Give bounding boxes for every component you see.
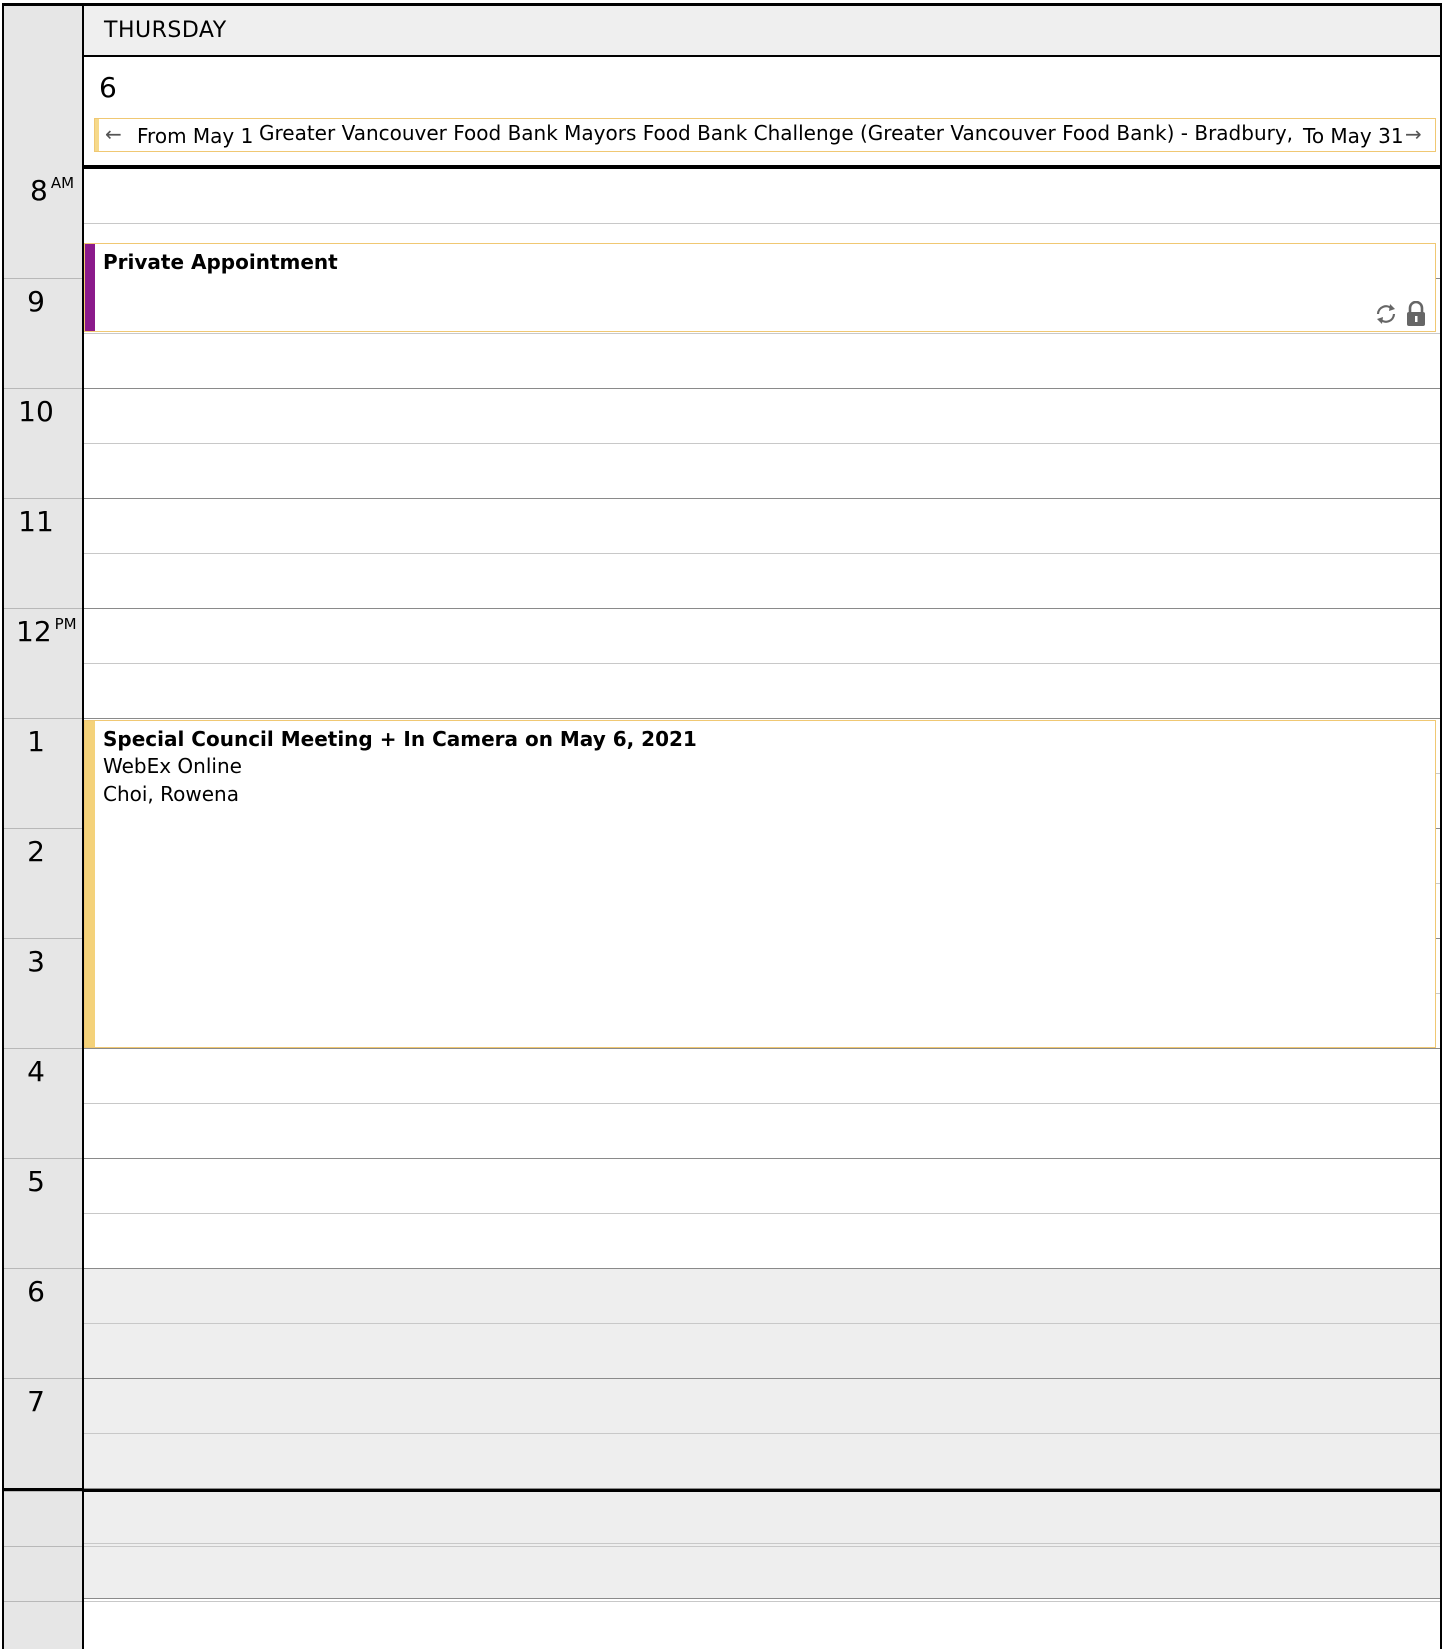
appointment-icons bbox=[1373, 301, 1427, 327]
time-slot[interactable] bbox=[84, 1049, 1440, 1104]
appointment-color-bar bbox=[85, 244, 95, 331]
appointment-organizer: Choi, Rowena bbox=[103, 782, 239, 806]
time-slot[interactable] bbox=[84, 334, 1440, 389]
hour-number: 2 bbox=[27, 835, 45, 868]
appointment-location: WebEx Online bbox=[103, 754, 242, 778]
event-end-label: To May 31 bbox=[1301, 124, 1404, 148]
time-slot-empty bbox=[4, 1546, 82, 1601]
hour-number: 5 bbox=[27, 1165, 45, 1198]
hour-label-3: 3 bbox=[4, 938, 82, 1048]
hour-label-10: 10 bbox=[4, 388, 82, 498]
time-slot[interactable] bbox=[84, 1547, 1440, 1602]
time-slot[interactable] bbox=[84, 554, 1440, 609]
appointment-color-bar bbox=[85, 721, 95, 1047]
time-slot[interactable] bbox=[84, 444, 1440, 499]
appointment-council-meeting[interactable]: Special Council Meeting + In Camera on M… bbox=[84, 720, 1436, 1048]
hour-number: 12 bbox=[16, 615, 52, 648]
time-slot[interactable] bbox=[84, 1602, 1440, 1649]
hour-number: 7 bbox=[27, 1385, 45, 1418]
event-color-bar bbox=[95, 119, 99, 151]
hour-number: 6 bbox=[27, 1275, 45, 1308]
hour-label-4: 4 bbox=[4, 1048, 82, 1158]
event-title: Greater Vancouver Food Bank Mayors Food … bbox=[259, 121, 1299, 145]
hour-label-12pm: 12 PM bbox=[4, 608, 82, 718]
time-slot-off-hours[interactable] bbox=[84, 1434, 1440, 1489]
am-pm-marker: PM bbox=[54, 615, 77, 633]
hour-label-9: 9 bbox=[4, 278, 82, 388]
hour-label-11: 11 bbox=[4, 498, 82, 608]
hour-number: 1 bbox=[27, 725, 45, 758]
time-slot[interactable] bbox=[84, 1492, 1440, 1547]
hour-label-1: 1 bbox=[4, 718, 82, 828]
hour-label-2: 2 bbox=[4, 828, 82, 938]
hour-number: 3 bbox=[27, 945, 45, 978]
time-slot[interactable] bbox=[84, 1214, 1440, 1269]
time-slot[interactable] bbox=[84, 664, 1440, 719]
hour-label-8am: 8 AM bbox=[4, 168, 82, 278]
hour-number: 9 bbox=[27, 285, 45, 318]
time-slot[interactable] bbox=[84, 1159, 1440, 1214]
event-start-label: From May 1 bbox=[137, 124, 254, 148]
appointment-subject: Private Appointment bbox=[103, 250, 338, 274]
day-name: THURSDAY bbox=[104, 18, 227, 43]
time-slot[interactable] bbox=[84, 1104, 1440, 1159]
appointment-subject: Special Council Meeting + In Camera on M… bbox=[103, 727, 697, 751]
arrow-right-icon[interactable]: → bbox=[1405, 122, 1422, 146]
hour-label-6: 6 bbox=[4, 1268, 82, 1378]
lock-icon bbox=[1405, 301, 1427, 327]
hour-label-5: 5 bbox=[4, 1158, 82, 1268]
all-day-event[interactable]: ← From May 1 Greater Vancouver Food Bank… bbox=[94, 118, 1436, 152]
recurring-icon bbox=[1373, 301, 1399, 327]
hour-number: 10 bbox=[18, 395, 54, 428]
time-slot[interactable] bbox=[84, 389, 1440, 444]
hour-label-7: 7 bbox=[4, 1378, 82, 1488]
time-slot-off-hours[interactable] bbox=[84, 1269, 1440, 1324]
hour-number: 8 bbox=[30, 174, 48, 207]
time-slot-off-hours[interactable] bbox=[84, 1324, 1440, 1379]
arrow-left-icon[interactable]: ← bbox=[105, 122, 122, 146]
hour-number: 11 bbox=[18, 505, 54, 538]
day-number: 6 bbox=[99, 71, 117, 104]
calendar-day-view: 8 AM 9 10 11 12 PM 1 2 3 4 5 6 7 THURSDA… bbox=[0, 0, 1442, 1649]
time-slot-empty bbox=[4, 1491, 82, 1546]
am-pm-marker: AM bbox=[50, 174, 75, 192]
time-slot[interactable] bbox=[84, 169, 1440, 224]
time-slot-off-hours[interactable] bbox=[84, 1379, 1440, 1434]
time-slot-empty bbox=[4, 1601, 82, 1649]
hour-number: 4 bbox=[27, 1055, 45, 1088]
time-column: 8 AM 9 10 11 12 PM 1 2 3 4 5 6 7 bbox=[2, 6, 84, 1649]
day-header[interactable]: THURSDAY bbox=[84, 6, 1440, 57]
appointment-private[interactable]: Private Appointment bbox=[84, 243, 1436, 332]
time-slot[interactable] bbox=[84, 609, 1440, 664]
time-column-header bbox=[4, 6, 82, 168]
time-slot[interactable] bbox=[84, 499, 1440, 554]
